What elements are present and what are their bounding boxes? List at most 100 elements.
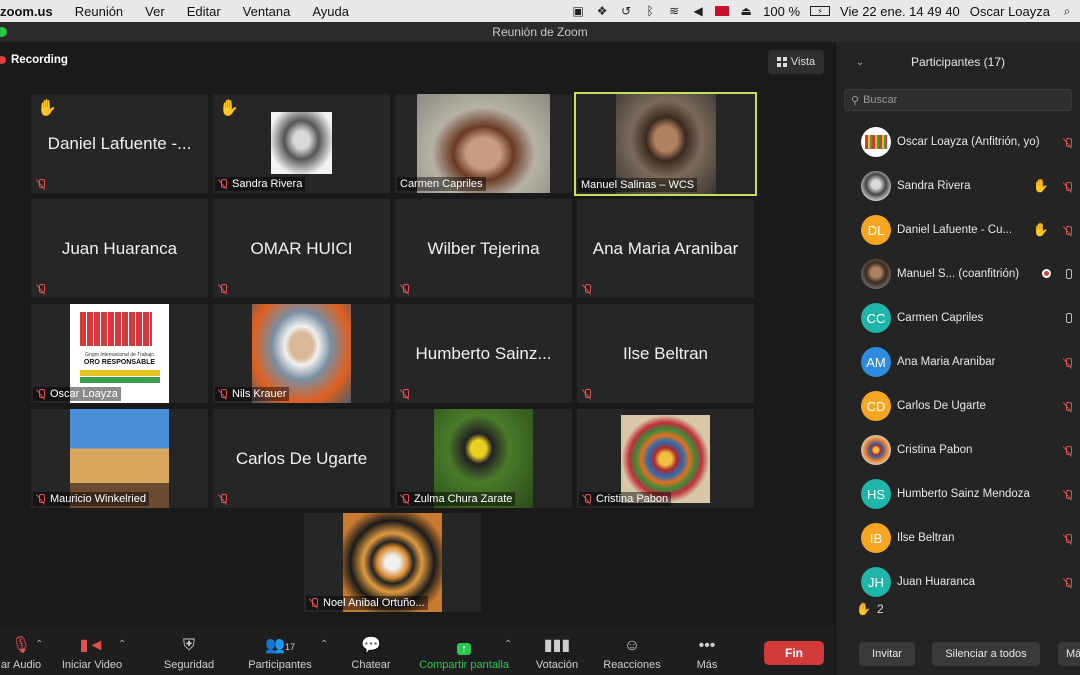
- share-options-caret-icon[interactable]: ⌃: [504, 639, 512, 650]
- mic-muted-icon[interactable]: [1063, 490, 1073, 501]
- participant-row[interactable]: Cristina Pabon: [836, 428, 1080, 472]
- chat-button[interactable]: 💬 Chatear: [346, 627, 396, 675]
- video-options-caret-icon[interactable]: ⌃: [118, 639, 126, 650]
- video-tile-nils-krauer[interactable]: Nils Krauer: [213, 304, 390, 403]
- emoji-add-icon: ☺: [623, 637, 641, 654]
- video-tile-cristina-pabon[interactable]: Cristina Pabon: [577, 409, 754, 508]
- mic-icon[interactable]: [1063, 269, 1073, 281]
- video-tile-zulma-chura-zarate[interactable]: Zulma Chura Zarate: [395, 409, 572, 508]
- window-title-bar: Reunión de Zoom: [0, 22, 1080, 42]
- dropbox-icon[interactable]: ❖: [595, 4, 609, 18]
- mic-icon[interactable]: [1063, 313, 1073, 325]
- mic-muted-icon[interactable]: [1063, 578, 1073, 589]
- video-tile-omar-huici[interactable]: OMAR HUICI: [213, 199, 390, 298]
- battery-icon[interactable]: ⚡: [810, 6, 831, 16]
- audio-options-caret-icon[interactable]: ⌃: [35, 639, 43, 650]
- video-tile-mauricio-winkelried[interactable]: Mauricio Winkelried: [31, 409, 208, 508]
- participant-row[interactable]: CC Carmen Capriles: [836, 296, 1080, 340]
- menu-ventana[interactable]: Ventana: [232, 4, 302, 19]
- video-tile-sandra-rivera[interactable]: ✋ Sandra Rivera: [213, 94, 390, 193]
- view-button[interactable]: Vista: [768, 50, 824, 74]
- user-name[interactable]: Oscar Loayza: [970, 4, 1050, 19]
- wifi-icon[interactable]: ≋: [667, 4, 681, 18]
- invite-button[interactable]: Invitar: [859, 642, 915, 666]
- video-tile-daniel-lafuente[interactable]: ✋ Daniel Lafuente -...: [31, 94, 208, 193]
- poll-button[interactable]: ▮▮▮ Votación: [532, 627, 582, 675]
- mic-muted-icon[interactable]: [1063, 182, 1073, 193]
- participant-name: Juan Huaranca: [61, 238, 178, 258]
- recording-indicator[interactable]: Recording: [0, 54, 68, 66]
- participant-row[interactable]: AM Ana Maria Aranibar: [836, 340, 1080, 384]
- mic-muted-icon: [582, 284, 592, 295]
- raised-hand-icon: ✋: [1032, 178, 1049, 193]
- reactions-button[interactable]: ☺ Reacciones: [600, 627, 664, 675]
- participant-name: Carmen Capriles: [897, 312, 984, 324]
- zoom-status-icon[interactable]: ▣: [571, 4, 585, 18]
- more-button[interactable]: ••• Más: [690, 627, 724, 675]
- spotlight-search-icon[interactable]: ⌕: [1060, 4, 1074, 18]
- video-tile-noel-anibal-ortuno[interactable]: Noel Anibal Ortuño...: [304, 513, 481, 612]
- menu-ayuda[interactable]: Ayuda: [301, 4, 360, 19]
- input-flag-icon[interactable]: [715, 6, 730, 16]
- video-tile-carlos-de-ugarte[interactable]: Carlos De Ugarte: [213, 409, 390, 508]
- video-tile-juan-huaranca[interactable]: Juan Huaranca: [31, 199, 208, 298]
- menu-ver[interactable]: Ver: [134, 4, 176, 19]
- menu-reunion[interactable]: Reunión: [64, 4, 134, 19]
- mic-muted-icon[interactable]: [1063, 402, 1073, 413]
- security-button[interactable]: ⛨ Seguridad: [160, 627, 218, 675]
- mic-muted-icon: [582, 389, 592, 400]
- video-tile-manuel-salinas[interactable]: Manuel Salinas – WCS: [574, 92, 757, 196]
- participant-photo: [271, 112, 332, 174]
- participant-row[interactable]: HS Humberto Sainz Mendoza: [836, 472, 1080, 516]
- start-video-button[interactable]: ▮◄ Iniciar Video: [58, 627, 126, 675]
- participant-name: Juan Huaranca: [897, 576, 975, 588]
- participant-row[interactable]: CD Carlos De Ugarte: [836, 384, 1080, 428]
- app-menu[interactable]: zoom.us: [0, 4, 64, 19]
- mic-muted-icon: [36, 388, 46, 400]
- bluetooth-icon[interactable]: ᛒ: [643, 4, 657, 18]
- video-tile-carmen-capriles[interactable]: Carmen Capriles: [395, 94, 572, 193]
- participant-row[interactable]: Sandra Rivera ✋: [836, 164, 1080, 208]
- reactions-label: Reacciones: [603, 659, 661, 671]
- mute-all-button[interactable]: Silenciar a todos: [932, 642, 1040, 666]
- participant-row[interactable]: IB Ilse Beltran: [836, 516, 1080, 560]
- mic-muted-icon[interactable]: [1063, 226, 1073, 237]
- chat-bubble-icon: 💬: [361, 637, 381, 654]
- video-tile-wilber-tejerina[interactable]: Wilber Tejerina: [395, 199, 572, 298]
- participant-name: Humberto Sainz...: [415, 343, 552, 363]
- share-screen-button[interactable]: ↑ Compartir pantalla: [414, 627, 514, 675]
- mic-muted-icon[interactable]: [1063, 534, 1073, 545]
- search-input[interactable]: ⚲ Buscar: [844, 89, 1072, 111]
- mic-muted-icon[interactable]: [1063, 138, 1073, 149]
- participants-button[interactable]: 👥17 Participantes: [243, 627, 317, 675]
- participant-label: Noel Anibal Ortuño...: [323, 597, 425, 609]
- video-tile-humberto-sainz[interactable]: Humberto Sainz...: [395, 304, 572, 403]
- participant-name: OMAR HUICI: [250, 238, 353, 258]
- mic-muted-icon[interactable]: [1063, 446, 1073, 457]
- end-meeting-button[interactable]: Fin: [764, 641, 824, 665]
- video-tile-oscar-loayza[interactable]: Grupo Internacional de Trabajo ORO RESPO…: [31, 304, 208, 403]
- participant-label: Zulma Chura Zarate: [414, 493, 513, 505]
- volume-icon[interactable]: ◀: [691, 4, 705, 18]
- panel-header: ⌄ Participantes (17): [836, 42, 1080, 82]
- menu-bar: zoom.us Reunión Ver Editar Ventana Ayuda…: [0, 0, 1080, 22]
- video-tile-ilse-beltran[interactable]: Ilse Beltran: [577, 304, 754, 403]
- participants-options-caret-icon[interactable]: ⌃: [320, 639, 328, 650]
- mic-muted-icon[interactable]: [1063, 358, 1073, 369]
- participant-row[interactable]: Oscar Loayza (Anfitrión, yo): [836, 120, 1080, 164]
- chevron-down-icon[interactable]: ⌄: [856, 57, 864, 68]
- audio-button[interactable]: 🎙 ar Audio: [0, 627, 46, 675]
- participant-row[interactable]: JH Juan Huaranca: [836, 560, 1080, 604]
- time-machine-icon[interactable]: ↺: [619, 4, 633, 18]
- participant-row[interactable]: DL Daniel Lafuente - Cu... ✋: [836, 208, 1080, 252]
- participant-photo: [621, 415, 710, 503]
- video-tile-ana-maria-aranibar[interactable]: Ana Maria Aranibar: [577, 199, 754, 298]
- eject-icon[interactable]: ⏏: [739, 4, 753, 18]
- avatar: JH: [861, 567, 891, 597]
- menu-editar[interactable]: Editar: [176, 4, 232, 19]
- mic-muted-icon: [400, 284, 410, 295]
- more-options-button[interactable]: Má: [1058, 642, 1080, 666]
- participant-row[interactable]: Manuel S... (coanfitrión): [836, 252, 1080, 296]
- clock[interactable]: Vie 22 ene. 14 49 40: [840, 4, 960, 19]
- window-zoom-button[interactable]: [0, 27, 7, 37]
